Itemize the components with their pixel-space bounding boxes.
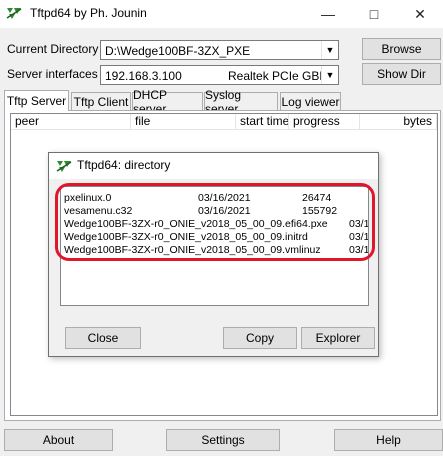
tab-tftp-client[interactable]: Tftp Client [71, 92, 131, 110]
column-progress[interactable]: progress [289, 114, 360, 130]
chevron-down-icon[interactable]: ▼ [321, 41, 338, 59]
show-dir-button[interactable]: Show Dir [362, 63, 441, 85]
list-item[interactable]: Wedge100BF-3ZX-r0_ONIE_v2018_05_00_09.ef… [64, 218, 369, 231]
file-name: vesamenu.c32 [64, 205, 133, 217]
tab-log-viewer[interactable]: Log viewer [280, 92, 341, 110]
close-button[interactable]: Close [65, 327, 141, 349]
column-file[interactable]: file [131, 114, 236, 130]
help-button[interactable]: Help [334, 429, 443, 451]
browse-button[interactable]: Browse [362, 38, 441, 60]
file-name: Wedge100BF-3ZX-r0_ONIE_v2018_05_00_09.ef… [64, 218, 328, 230]
transfer-list-header: peer file start time progress bytes [11, 114, 437, 130]
file-date: 03/1 [349, 244, 369, 256]
column-peer[interactable]: peer [11, 114, 131, 130]
server-interfaces-combo[interactable]: 192.168.3.100 Realtek PCIe GBE I ▼ [100, 65, 339, 85]
maximize-icon[interactable]: □ [351, 0, 397, 28]
server-interface-ip: 192.168.3.100 [105, 69, 182, 83]
column-start-time[interactable]: start time [236, 114, 289, 130]
dialog-title-bar: Tftpd64: directory [49, 153, 378, 179]
file-date: 03/1 [349, 231, 369, 243]
file-size: 26474 [302, 192, 332, 204]
column-bytes[interactable]: bytes [360, 114, 437, 130]
list-item[interactable]: vesamenu.c32 03/16/2021 155792 [64, 205, 368, 218]
file-size: 155792 [302, 205, 338, 217]
list-item[interactable]: Wedge100BF-3ZX-r0_ONIE_v2018_05_00_09.in… [64, 231, 369, 244]
chevron-down-icon[interactable]: ▼ [321, 66, 338, 84]
server-interfaces-label: Server interfaces [7, 67, 98, 81]
list-item[interactable]: Wedge100BF-3ZX-r0_ONIE_v2018_05_00_09.vm… [64, 244, 369, 257]
minimize-icon[interactable]: — [305, 0, 351, 28]
current-directory-combo[interactable]: D:\Wedge100BF-3ZX_PXE ▼ [100, 40, 339, 60]
tab-tftp-server[interactable]: Tftp Server [4, 90, 69, 111]
file-date: 03/1 [349, 218, 369, 230]
file-date: 03/16/2021 [198, 205, 251, 217]
title-bar: Tftpd64 by Ph. Jounin — □ ✕ [0, 0, 443, 28]
bottom-bar: About Settings Help [0, 427, 443, 456]
tftpd-app-icon [56, 161, 72, 172]
list-item[interactable]: pxelinux.0 03/16/2021 26474 [64, 192, 368, 205]
directory-list[interactable]: pxelinux.0 03/16/2021 26474 vesamenu.c32… [60, 186, 369, 306]
close-icon[interactable]: ✕ [397, 0, 443, 28]
dialog-title: Tftpd64: directory [77, 158, 171, 172]
file-name: Wedge100BF-3ZX-r0_ONIE_v2018_05_00_09.vm… [64, 244, 321, 256]
current-directory-label: Current Directory [7, 42, 99, 56]
tftpd-app-icon [6, 6, 22, 20]
copy-button[interactable]: Copy [223, 327, 297, 349]
directory-dialog: Tftpd64: directory pxelinux.0 03/16/2021… [48, 152, 379, 357]
server-interface-name: Realtek PCIe GBE I [228, 69, 321, 83]
tab-syslog-server[interactable]: Syslog server [204, 88, 278, 116]
file-name: Wedge100BF-3ZX-r0_ONIE_v2018_05_00_09.in… [64, 231, 308, 243]
explorer-button[interactable]: Explorer [301, 327, 375, 349]
tab-dhcp-server[interactable]: DHCP server [132, 88, 203, 116]
window-title: Tftpd64 by Ph. Jounin [30, 6, 147, 20]
settings-button[interactable]: Settings [166, 429, 280, 451]
about-button[interactable]: About [4, 429, 113, 451]
current-directory-value: D:\Wedge100BF-3ZX_PXE [105, 44, 251, 58]
file-date: 03/16/2021 [198, 192, 251, 204]
file-name: pxelinux.0 [64, 192, 112, 204]
